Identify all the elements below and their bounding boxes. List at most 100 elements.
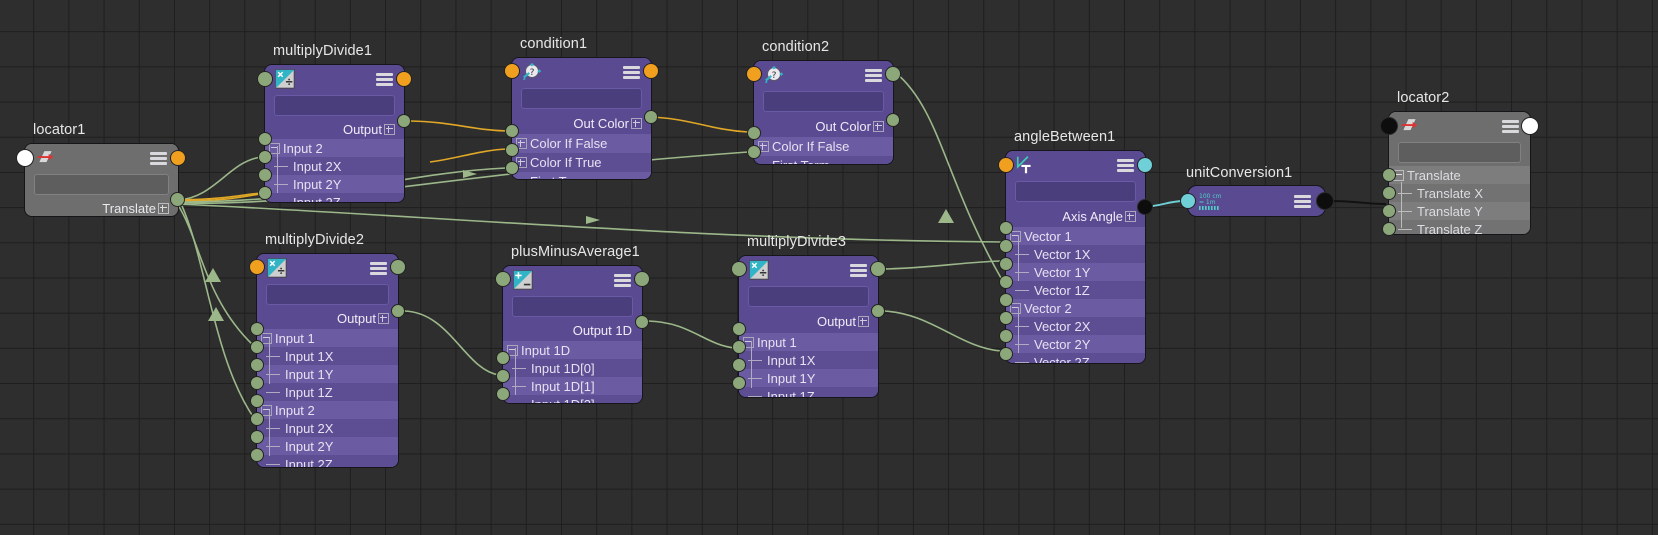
- port-md2-input2x[interactable]: [251, 413, 263, 425]
- port-ab1-header-left[interactable]: [999, 158, 1013, 172]
- port-uc1-output[interactable]: [1317, 193, 1333, 209]
- port-md1-input2x[interactable]: [259, 151, 271, 163]
- port-md3-header-right[interactable]: [871, 262, 885, 276]
- node-header-locator1[interactable]: [25, 144, 178, 172]
- port-ab1-vector1y[interactable]: [1000, 258, 1012, 270]
- port-md2-output[interactable]: [392, 305, 404, 317]
- port-row-md2-input2z[interactable]: Input 2Z: [257, 455, 398, 467]
- port-ab1-vector2z[interactable]: [1000, 348, 1012, 360]
- port-pma1-output1d[interactable]: [636, 316, 648, 328]
- port-md1-header-right[interactable]: [397, 72, 411, 86]
- port-row-ab1-vector1z[interactable]: Vector 1Z: [1006, 281, 1145, 299]
- port-row-md3-output[interactable]: Output: [739, 310, 878, 333]
- port-md2-input1x[interactable]: [251, 341, 263, 353]
- node-menu-icon-multiplyDivide1[interactable]: [376, 73, 393, 86]
- port-row-pma1-input1d1[interactable]: Input 1D[1]: [503, 377, 642, 395]
- node-locator2[interactable]: locator2 Translate Translate X Translate…: [1381, 90, 1538, 235]
- port-row-pma1-output1d[interactable]: Output 1D: [503, 320, 642, 341]
- port-row-md3-input1x[interactable]: Input 1X: [739, 351, 878, 369]
- node-header-plusMinusAverage1[interactable]: [503, 266, 642, 294]
- port-cond2-firstTerm[interactable]: [748, 146, 760, 158]
- port-row-md2-input2x[interactable]: Input 2X: [257, 419, 398, 437]
- port-ab1-vector1x[interactable]: [1000, 240, 1012, 252]
- port-row-md3-input1z[interactable]: Input 1Z: [739, 387, 878, 397]
- node-menu-icon-multiplyDivide2[interactable]: [370, 262, 387, 275]
- node-unitConversion1[interactable]: unitConversion1 100 cm = 1m: [1181, 165, 1333, 216]
- port-locator2-header-right[interactable]: [1522, 118, 1538, 134]
- port-row-locator2-translate[interactable]: Translate: [1389, 166, 1530, 184]
- port-row-ab1-vector2y[interactable]: Vector 2Y: [1006, 335, 1145, 353]
- node-menu-icon-multiplyDivide3[interactable]: [850, 264, 867, 277]
- port-row-md2-input2[interactable]: Input 2: [257, 401, 398, 419]
- port-md3-input1x[interactable]: [733, 341, 745, 353]
- port-cond1-colorIfTrue[interactable]: [506, 144, 518, 156]
- port-locator1-header-right[interactable]: [171, 151, 185, 165]
- port-row-md3-input1[interactable]: Input 1: [739, 333, 878, 351]
- port-row-pma1-input1d[interactable]: Input 1D: [503, 341, 642, 359]
- port-md2-input1z[interactable]: [251, 377, 263, 389]
- expander-plus-icon[interactable]: [384, 123, 395, 135]
- port-pma1-input1d0[interactable]: [497, 352, 509, 364]
- port-md2-input1y[interactable]: [251, 359, 263, 371]
- port-row-pma1-input1d0[interactable]: Input 1D[0]: [503, 359, 642, 377]
- port-cond1-header-left[interactable]: [505, 64, 519, 78]
- port-md2-header-right[interactable]: [391, 260, 405, 274]
- port-row-pma1-input1d2[interactable]: Input 1D[2]: [503, 395, 642, 403]
- node-multiplyDivide1[interactable]: multiplyDivide1 Output Input 2 Input 2X: [258, 43, 411, 202]
- port-row-cond2-outcolor[interactable]: Out Color: [754, 115, 893, 137]
- port-md3-output[interactable]: [872, 305, 884, 317]
- port-pma1-input1d1[interactable]: [497, 370, 509, 382]
- node-menu-icon-locator2[interactable]: [1502, 120, 1519, 133]
- port-row-md2-input1z[interactable]: Input 1Z: [257, 383, 398, 401]
- port-md3-input1[interactable]: [733, 323, 745, 335]
- port-uc1-input[interactable]: [1181, 194, 1195, 208]
- expander-plus-icon[interactable]: [1125, 210, 1136, 222]
- port-cond2-header-left[interactable]: [747, 67, 761, 81]
- expander-plus-icon[interactable]: [378, 313, 389, 324]
- port-locator2-translatez[interactable]: [1383, 223, 1395, 235]
- port-row-cond1-outcolor[interactable]: Out Color: [512, 112, 651, 134]
- port-locator2-translate[interactable]: [1383, 169, 1395, 181]
- port-md3-header-left[interactable]: [732, 262, 746, 276]
- port-row-ab1-vector1[interactable]: Vector 1: [1006, 227, 1145, 245]
- port-cond2-colorIfFalse[interactable]: [748, 127, 760, 139]
- port-row-ab1-vector1y[interactable]: Vector 1Y: [1006, 263, 1145, 281]
- node-menu-icon-condition2[interactable]: [865, 69, 882, 82]
- node-plusMinusAverage1[interactable]: plusMinusAverage1 Output 1D Input 1D Inp…: [496, 244, 649, 403]
- port-md1-output[interactable]: [398, 115, 410, 127]
- node-menu-icon-plusMinusAverage1[interactable]: [614, 274, 631, 287]
- port-row-md2-output[interactable]: Output: [257, 308, 398, 329]
- port-row-cond2-firstTerm[interactable]: First Term: [754, 156, 893, 164]
- port-row-cond2-colorIfFalse[interactable]: Color If False: [754, 137, 893, 156]
- port-md2-input2y[interactable]: [251, 431, 263, 443]
- port-row-ab1-vector2x[interactable]: Vector 2X: [1006, 317, 1145, 335]
- node-header-locator2[interactable]: [1389, 112, 1530, 140]
- node-header-multiplyDivide2[interactable]: [257, 254, 398, 282]
- port-md1-header-left[interactable]: [258, 72, 272, 86]
- port-ab1-vector2y[interactable]: [1000, 330, 1012, 342]
- expander-minus-icon[interactable]: [261, 404, 272, 416]
- node-menu-icon-unitConversion1[interactable]: [1294, 195, 1311, 208]
- expander-plus-icon[interactable]: [158, 202, 169, 214]
- port-row-locator2-translatex[interactable]: Translate X: [1389, 184, 1530, 202]
- port-md1-input2z[interactable]: [259, 187, 271, 199]
- port-cond1-colorIfFalse[interactable]: [506, 125, 518, 137]
- port-md2-input1[interactable]: [251, 323, 263, 335]
- port-row-locator2-translatey[interactable]: Translate Y: [1389, 202, 1530, 220]
- port-ab1-axisangle[interactable]: [1138, 200, 1152, 214]
- port-cond1-firstTerm[interactable]: [506, 162, 518, 174]
- port-ab1-vector1[interactable]: [1000, 222, 1012, 234]
- port-row-md2-input1x[interactable]: Input 1X: [257, 347, 398, 365]
- port-md3-input1z[interactable]: [733, 377, 745, 389]
- port-row-cond1-colorIfTrue[interactable]: Color If True: [512, 153, 651, 172]
- port-row-cond1-colorIfFalse[interactable]: Color If False: [512, 134, 651, 153]
- port-locator1-header-left[interactable]: [17, 150, 33, 166]
- node-multiplyDivide3[interactable]: multiplyDivide3 Output Input 1 Input 1X: [732, 234, 885, 397]
- port-cond2-outcolor[interactable]: [887, 114, 899, 126]
- port-ab1-header-right[interactable]: [1138, 158, 1152, 172]
- expander-minus-icon[interactable]: [1010, 230, 1021, 242]
- expander-minus-icon[interactable]: [507, 344, 518, 356]
- port-locator2-translatey[interactable]: [1383, 205, 1395, 217]
- expander-minus-icon[interactable]: [1010, 302, 1021, 314]
- node-header-angleBetween1[interactable]: [1006, 151, 1145, 179]
